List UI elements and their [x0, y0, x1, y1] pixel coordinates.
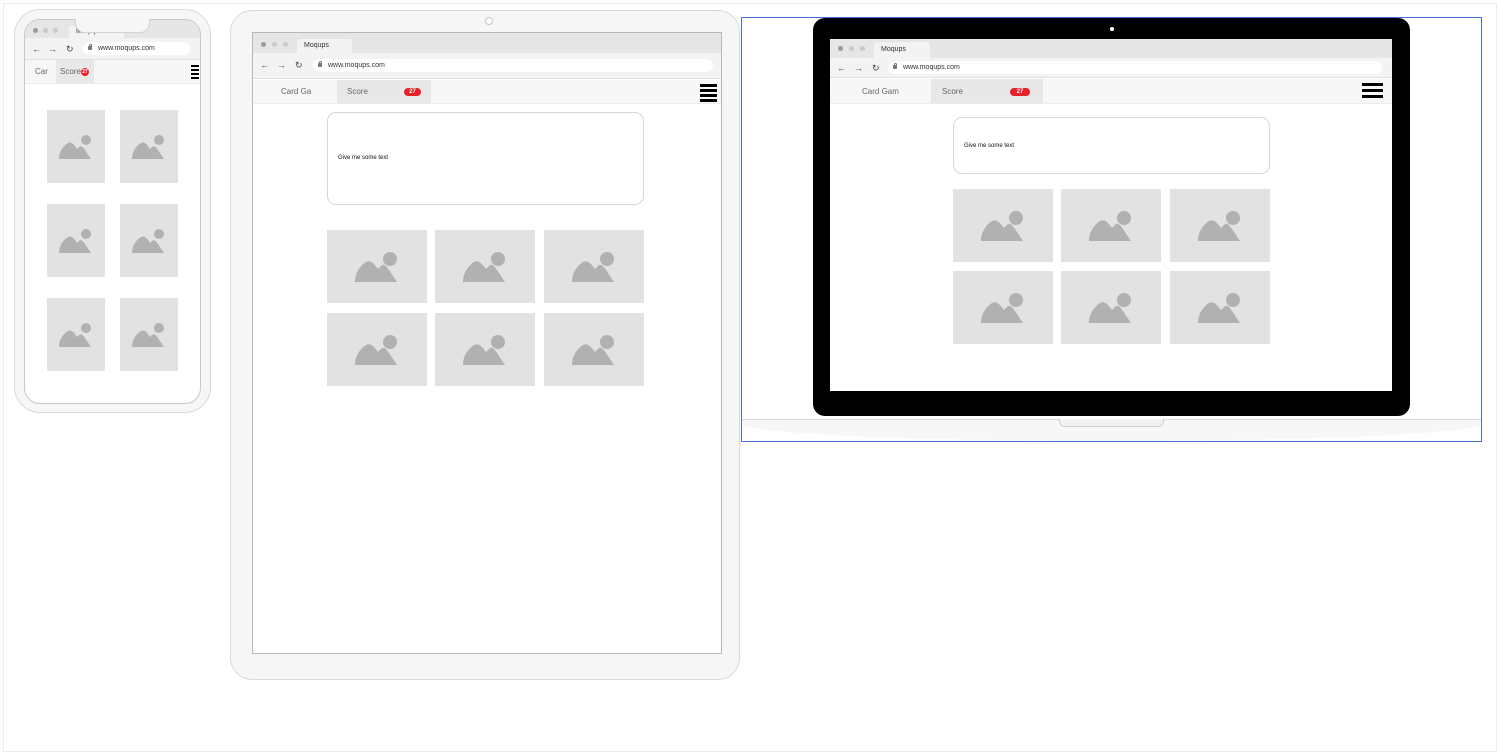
image-placeholder-icon [355, 334, 397, 365]
image-placeholder-icon [59, 322, 91, 347]
image-placeholder [120, 110, 178, 183]
tab-card-game-label: Car [35, 67, 48, 76]
image-placeholder [544, 313, 644, 386]
camera-icon [485, 17, 493, 25]
arrow-right-icon[interactable]: → [277, 59, 286, 71]
image-placeholder [327, 313, 427, 386]
image-placeholder-icon [463, 334, 505, 365]
image-placeholder-icon [59, 228, 91, 253]
tablet-browser-tabbar: Moqups [253, 33, 721, 53]
browser-tab-title: Moqups [304, 42, 329, 49]
tablet-app-nav: Card Ga Score 27 [253, 80, 721, 104]
tab-score[interactable]: Score 27 [56, 60, 94, 83]
window-min-dot[interactable] [43, 28, 48, 33]
tablet-address-bar: ← → ↻ www.moqups.com [253, 53, 721, 79]
image-placeholder [435, 313, 535, 386]
image-placeholder [47, 110, 105, 183]
phone-address-bar: ← → ↻ www.moqups.com [25, 38, 200, 60]
reload-icon[interactable]: ↻ [66, 43, 74, 55]
image-placeholder [47, 298, 105, 371]
image-placeholder-icon [132, 322, 164, 347]
score-badge: 27 [404, 88, 421, 96]
score-badge: 27 [81, 68, 89, 76]
arrow-left-icon[interactable]: ← [32, 43, 41, 55]
phone-app-nav: Car Score 27 [25, 60, 200, 84]
tab-score-label: Score [60, 67, 81, 76]
window-max-dot[interactable] [53, 28, 58, 33]
image-placeholder-icon [355, 251, 397, 282]
text-box: Give me some text [327, 112, 644, 205]
text-box-content: Give me some text [338, 155, 389, 161]
tab-score[interactable]: Score 27 [337, 80, 431, 103]
window-close-dot[interactable] [261, 42, 266, 47]
image-placeholder [120, 298, 178, 371]
image-placeholder-icon [572, 334, 614, 365]
url-text: www.moqups.com [328, 62, 385, 69]
tab-card-game[interactable]: Card Ga [253, 80, 337, 103]
window-close-dot[interactable] [33, 28, 38, 33]
url-input[interactable]: www.moqups.com [313, 59, 713, 72]
browser-tab[interactable]: Moqups [297, 39, 352, 53]
image-placeholder [120, 204, 178, 277]
image-placeholder [327, 230, 427, 303]
arrow-left-icon[interactable]: ← [260, 59, 269, 71]
image-placeholder-icon [463, 251, 505, 282]
hamburger-menu-icon[interactable] [191, 65, 199, 79]
lock-icon [88, 43, 92, 50]
image-placeholder [435, 230, 535, 303]
image-placeholder-icon [132, 228, 164, 253]
image-placeholder [544, 230, 644, 303]
image-placeholder [47, 204, 105, 277]
window-min-dot[interactable] [272, 42, 277, 47]
hamburger-menu-icon[interactable] [700, 84, 717, 102]
url-input[interactable]: www.moqups.com [83, 42, 190, 55]
url-text: www.moqups.com [98, 45, 155, 52]
arrow-right-icon[interactable]: → [48, 43, 57, 55]
image-placeholder-icon [572, 251, 614, 282]
window-max-dot[interactable] [283, 42, 288, 47]
image-placeholder-icon [132, 134, 164, 159]
phone-notch [75, 19, 150, 33]
image-placeholder-icon [59, 134, 91, 159]
reload-icon[interactable]: ↻ [295, 59, 303, 71]
lock-icon [318, 60, 322, 67]
selection-outline[interactable] [741, 17, 1482, 442]
tab-card-game[interactable]: Car [25, 60, 55, 83]
tab-card-game-label: Card Ga [281, 87, 312, 96]
tab-score-label: Score [347, 87, 368, 96]
